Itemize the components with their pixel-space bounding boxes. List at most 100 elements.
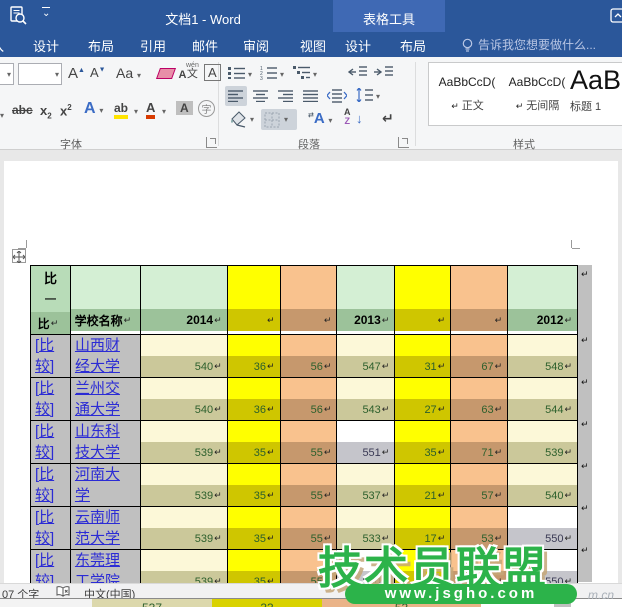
value-cell[interactable]: 55↵ — [281, 421, 338, 463]
grow-font-button[interactable]: A▲ — [68, 65, 85, 82]
value-cell[interactable]: 35↵ — [228, 464, 281, 506]
tab-insert-partial[interactable]: 入 — [0, 36, 4, 55]
value-cell[interactable]: 31↵ — [395, 335, 451, 377]
ribbon-display-options-icon[interactable] — [610, 8, 622, 24]
superscript-button[interactable]: x2 — [60, 103, 72, 118]
tab-design[interactable]: 设计 — [33, 36, 59, 55]
font-size-combo[interactable]: ▾ — [18, 63, 62, 85]
text-effects-button[interactable]: A ▾ — [84, 100, 103, 118]
tell-me-box[interactable]: 告诉我您想要做什么... — [478, 36, 596, 53]
text-highlight-button[interactable]: ab — [114, 101, 128, 119]
header-2013-cell[interactable]: 2013↵ — [337, 266, 395, 334]
sort-button[interactable]: A Z — [344, 108, 351, 126]
chevron-down-icon[interactable]: ▾ — [284, 115, 288, 124]
style-normal[interactable]: AaBbCcD( ↵ 正文 — [436, 75, 498, 113]
value-cell[interactable]: 35↵ — [228, 421, 281, 463]
align-center-icon[interactable] — [253, 90, 269, 102]
strikethrough-button[interactable]: abc — [12, 103, 33, 117]
header-school-cell[interactable]: 学校名称↵ — [71, 266, 141, 334]
chevron-down-icon[interactable]: ▾ — [250, 115, 254, 124]
value-cell[interactable]: 540↵ — [141, 378, 228, 420]
value-cell[interactable]: 71↵ — [451, 421, 508, 463]
align-right-icon[interactable] — [278, 90, 294, 102]
value-cell[interactable]: 57↵ — [451, 464, 508, 506]
align-left-icon[interactable] — [228, 90, 244, 102]
paragraph-dialog-launcher[interactable] — [398, 137, 409, 148]
header-blank-cell[interactable]: ↵ — [228, 266, 281, 334]
character-scaling-button[interactable]: ⇄A ▾ — [308, 110, 332, 127]
qat-customize-arrow-icon[interactable]: ⌄ — [42, 7, 50, 19]
value-cell[interactable]: 539↵ — [508, 421, 578, 463]
increase-indent-icon[interactable] — [374, 66, 394, 78]
distribute-text-icon[interactable] — [327, 88, 347, 103]
value-cell[interactable]: 539↵ — [141, 464, 228, 506]
borders-icon[interactable] — [264, 112, 280, 128]
chevron-down-icon[interactable]: ▾ — [55, 70, 59, 79]
value-cell[interactable]: 27↵ — [395, 378, 451, 420]
header-blank-cell[interactable]: ↵ — [451, 266, 508, 334]
chevron-down-icon[interactable]: ▾ — [280, 70, 284, 79]
tab-view[interactable]: 视图 — [300, 36, 326, 55]
value-cell[interactable]: 67↵ — [451, 335, 508, 377]
tab-mailings[interactable]: 邮件 — [192, 36, 218, 55]
value-cell[interactable]: 540↵ — [508, 464, 578, 506]
value-cell[interactable]: 55↵ — [281, 464, 338, 506]
quick-access-print-preview-icon[interactable] — [8, 6, 28, 26]
chevron-down-icon[interactable]: ▾ — [248, 70, 252, 79]
multilevel-list-icon[interactable] — [293, 65, 311, 80]
value-cell[interactable]: 35↵ — [228, 507, 281, 549]
value-cell[interactable]: 35↵ — [395, 421, 451, 463]
tab-tabletools-layout[interactable]: 布局 — [400, 36, 426, 55]
style-heading1[interactable]: AaB 标题 1 — [570, 65, 622, 114]
font-name-combo[interactable]: ▾ — [0, 63, 14, 85]
value-cell[interactable]: 539↵ — [141, 421, 228, 463]
line-spacing-icon[interactable] — [356, 88, 374, 102]
compare-link[interactable]: [比较] — [31, 421, 71, 463]
underline-chevron-icon[interactable]: ▾ — [0, 105, 4, 123]
school-link[interactable]: 河南大学 — [71, 464, 141, 506]
tab-references[interactable]: 引用 — [140, 36, 166, 55]
compare-link[interactable]: [比较] — [31, 464, 71, 506]
chevron-down-icon[interactable]: ▾ — [162, 107, 166, 116]
value-cell[interactable]: 21↵ — [395, 464, 451, 506]
justify-icon[interactable] — [303, 90, 319, 102]
value-cell[interactable]: 63↵ — [451, 378, 508, 420]
shading-bucket-icon[interactable] — [228, 110, 250, 128]
value-cell[interactable]: 539↵ — [141, 507, 228, 549]
compare-link[interactable]: [比较] — [31, 335, 71, 377]
school-link[interactable]: 山西财经大学 — [71, 335, 141, 377]
clear-formatting-button[interactable]: A — [158, 65, 186, 83]
subscript-button[interactable]: x2 — [40, 103, 52, 121]
header-corner-cell[interactable]: 比— 比↵ — [31, 266, 71, 334]
value-cell[interactable]: 36↵ — [228, 335, 281, 377]
change-case-button[interactable]: Aa ▾ — [116, 65, 141, 81]
style-no-spacing[interactable]: AaBbCcD( ↵ 无间隔 — [506, 75, 568, 113]
school-link[interactable]: 云南师范大学 — [71, 507, 141, 549]
decrease-indent-icon[interactable] — [348, 66, 368, 78]
header-blank-cell[interactable]: ↵ — [281, 266, 338, 334]
phonetic-guide-button[interactable]: wén 文 — [186, 62, 199, 78]
font-dialog-launcher[interactable] — [206, 137, 217, 148]
value-cell[interactable]: 537↵ — [337, 464, 395, 506]
chevron-down-icon[interactable]: ▾ — [134, 107, 138, 116]
value-cell[interactable]: 551↵ — [337, 421, 395, 463]
tab-tabletools-design[interactable]: 设计 — [345, 36, 371, 55]
value-cell[interactable]: 544↵ — [508, 378, 578, 420]
header-blank-cell[interactable]: ↵ — [395, 266, 451, 334]
compare-link[interactable]: [比较] — [31, 507, 71, 549]
tab-review[interactable]: 审阅 — [243, 36, 269, 55]
school-link[interactable]: 兰州交通大学 — [71, 378, 141, 420]
header-2012-cell[interactable]: 2012↵ — [508, 266, 578, 334]
value-cell[interactable]: 56↵ — [281, 335, 338, 377]
chevron-down-icon[interactable]: ▾ — [376, 92, 380, 101]
value-cell[interactable]: 56↵ — [281, 378, 338, 420]
enclose-characters-button[interactable]: 字 — [198, 100, 215, 117]
chevron-down-icon[interactable]: ▾ — [7, 70, 11, 79]
value-cell[interactable]: 36↵ — [228, 378, 281, 420]
font-color-button[interactable]: A — [146, 100, 155, 119]
proofing-book-icon[interactable] — [56, 586, 71, 597]
chevron-down-icon[interactable]: ▾ — [313, 70, 317, 79]
value-cell[interactable]: 548↵ — [508, 335, 578, 377]
school-link[interactable]: 山东科技大学 — [71, 421, 141, 463]
numbering-icon[interactable]: 1 2 3 — [260, 65, 278, 80]
